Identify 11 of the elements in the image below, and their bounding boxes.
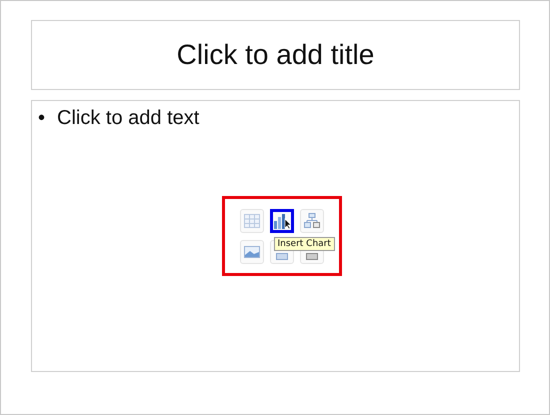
insert-button[interactable]	[270, 208, 294, 232]
table-icon	[244, 214, 260, 228]
content-placeholder[interactable]: • Click to add text Insert Chart	[31, 100, 520, 372]
title-placeholder[interactable]: Click to add title	[31, 20, 520, 90]
title-prompt: Click to add title	[176, 39, 374, 71]
picture-icon	[244, 246, 260, 258]
tooltip: Insert Chart	[274, 237, 335, 251]
bar-chart-icon	[272, 212, 290, 228]
content-prompt: Click to add text	[57, 107, 200, 130]
org-chart-icon	[304, 212, 320, 228]
bullet: •	[38, 107, 46, 130]
